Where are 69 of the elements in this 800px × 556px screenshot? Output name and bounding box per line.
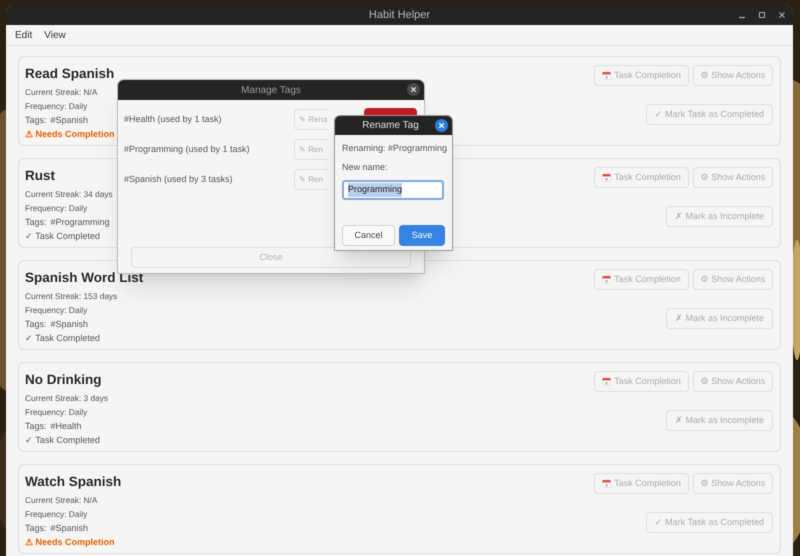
streak-label: Current Streak: 3 days [25,393,108,404]
task-completion-button[interactable]: Task Completion [594,473,689,494]
status-label: ✓ Task Completed [25,231,101,242]
task-completion-button[interactable]: Task Completion [594,65,689,86]
frequency-label: Frequency: Daily [25,305,88,316]
close-icon[interactable] [407,83,420,96]
tag-label: #Programming [50,217,110,228]
status-label: ✓ Task Completed [25,435,101,446]
tag-label: #Health (used by 1 task) [124,112,222,126]
frequency-label: Frequency: Daily [25,101,88,112]
mark-button[interactable]: ✗ Mark as Incomplete [666,410,773,431]
rename-button[interactable]: ✎ Ren [294,139,328,160]
streak-label: Current Streak: 153 days [25,291,118,302]
rename-button[interactable]: ✎ Rena [294,109,328,130]
tag-label: #Programming (used by 1 task) [124,142,250,156]
habit-title: No Drinking [25,371,102,389]
show-actions-button[interactable]: ⚙ Show Actions [693,371,773,392]
menu-item[interactable]: View [44,28,66,42]
new-name-label: New name: [342,160,389,174]
mark-button[interactable]: ✓ Mark Task as Completed [646,512,773,533]
status-label: ⚠ Needs Completion [25,537,116,548]
show-actions-button[interactable]: ⚙ Show Actions [693,167,773,188]
tags-label: Tags: [25,115,47,126]
show-actions-button[interactable]: ⚙ Show Actions [693,473,773,494]
habit-title: Read Spanish [25,65,115,83]
show-actions-button[interactable]: ⚙ Show Actions [693,269,773,290]
tag-label: #Spanish [50,115,88,126]
show-actions-button[interactable]: ⚙ Show Actions [693,65,773,86]
status-label: ⚠ Needs Completion [25,129,115,140]
habit-title: Watch Spanish [25,473,122,491]
tags-label: Tags: [25,217,47,228]
tag-label: #Spanish [50,523,88,534]
tags-label: Tags: [25,523,47,534]
close-button[interactable]: Close [131,247,411,268]
tag-label: #Health [50,421,82,432]
renaming-label: Renaming: #Programming [342,142,445,155]
frequency-label: Frequency: Daily [25,203,88,214]
selected-text: Programming [348,183,402,197]
tag-label: #Spanish (used by 3 tasks) [124,172,233,186]
task-completion-button[interactable]: Task Completion [594,371,689,392]
mark-button[interactable]: ✗ Mark as Incomplete [666,206,773,227]
task-completion-button[interactable]: Task Completion [594,167,689,188]
calendar-icon [602,479,612,488]
tag-label: #Spanish [50,319,88,330]
name-input-field[interactable]: Programming [342,180,444,200]
streak-label: Current Streak: 34 days [25,189,113,200]
task-completion-button[interactable]: Task Completion [594,269,689,290]
calendar-icon [602,275,612,284]
mark-button[interactable]: ✗ Mark as Incomplete [666,308,773,329]
habit-title: Rust [25,167,56,185]
frequency-label: Frequency: Daily [25,407,88,418]
calendar-icon [602,173,612,182]
cancel-button[interactable]: Cancel [342,225,395,246]
close-icon[interactable] [435,119,448,132]
mark-button[interactable]: ✓ Mark Task as Completed [646,104,773,125]
rename-button[interactable]: ✎ Ren [294,169,328,190]
streak-label: Current Streak: N/A [25,495,98,506]
dialog-title: Rename Tag [362,119,420,133]
streak-label: Current Streak: N/A [25,87,98,98]
dialog-title: Manage Tags [241,84,301,98]
frequency-label: Frequency: Daily [25,509,88,520]
tags-label: Tags: [25,421,47,432]
calendar-icon [602,377,612,386]
save-button[interactable]: Save [399,225,445,246]
calendar-icon [602,71,612,80]
tags-label: Tags: [25,319,47,330]
window-title: Habit Helper [368,8,430,23]
menu-item[interactable]: Edit [15,28,32,42]
status-label: ✓ Task Completed [25,333,101,344]
